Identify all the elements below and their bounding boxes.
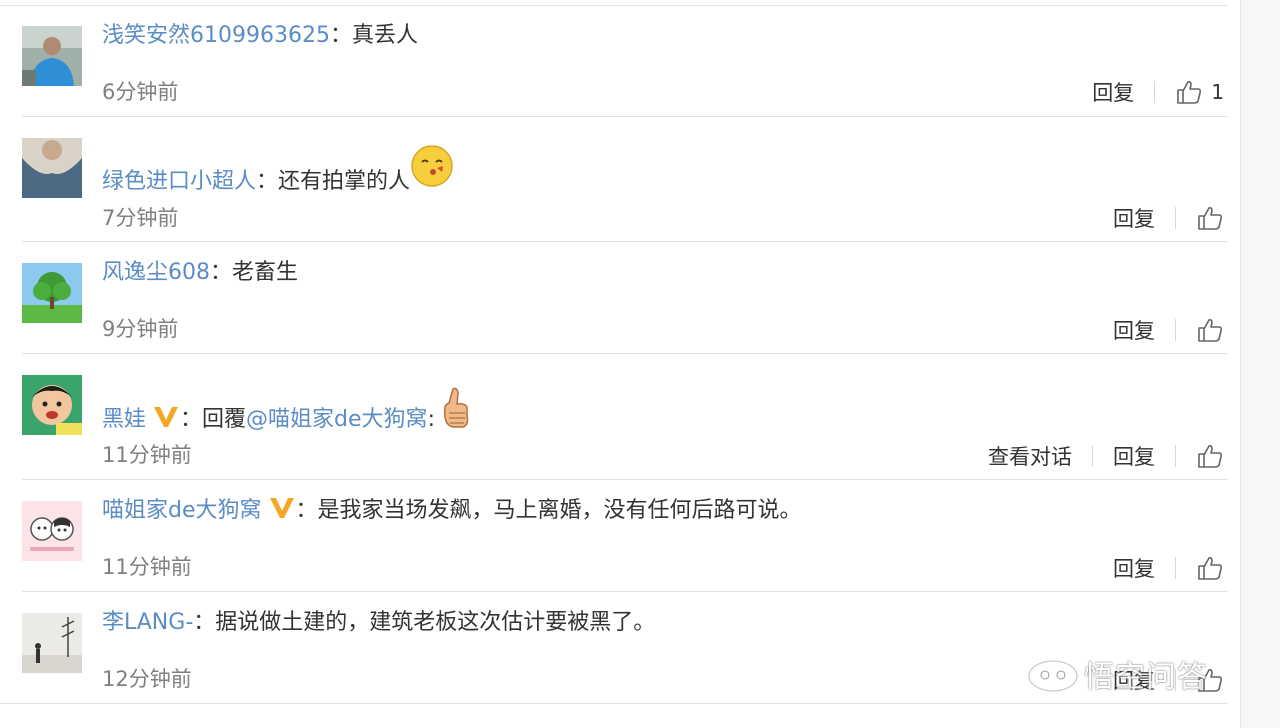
vip-badge-icon bbox=[152, 405, 180, 438]
timestamp: 6分钟前 bbox=[102, 80, 179, 104]
like-button[interactable] bbox=[1196, 316, 1224, 344]
timestamp: 9分钟前 bbox=[102, 317, 179, 341]
divider bbox=[22, 116, 1228, 117]
comment-actions: 查看对话 回复 bbox=[988, 439, 1224, 473]
username-link[interactable]: 黑娃 bbox=[102, 407, 146, 432]
action-divider bbox=[1092, 445, 1093, 467]
comment-actions: 回复 bbox=[1113, 551, 1224, 585]
divider bbox=[22, 241, 1228, 242]
reply-prefix: 回覆 bbox=[202, 407, 247, 432]
action-divider bbox=[1175, 445, 1176, 467]
colon: ： bbox=[210, 260, 233, 285]
like-button[interactable] bbox=[1196, 442, 1224, 470]
comment-text: 据说做土建的，建筑老板这次估计要被黑了。 bbox=[215, 610, 656, 635]
timestamp: 11分钟前 bbox=[102, 555, 192, 579]
avatar[interactable] bbox=[22, 26, 82, 86]
timestamp: 11分钟前 bbox=[102, 443, 192, 467]
comment-text-line: 绿色进口小超人：还有拍掌的人 bbox=[102, 144, 454, 197]
thumbs-up-icon bbox=[1198, 557, 1223, 580]
action-divider bbox=[1154, 81, 1156, 103]
mention-link[interactable]: @喵姐家de大狗窝 bbox=[246, 407, 428, 432]
thumbs-up-icon bbox=[1198, 445, 1223, 468]
reply-button[interactable]: 回复 bbox=[1113, 441, 1155, 471]
like-button[interactable] bbox=[1196, 554, 1224, 582]
comment-text: 老畜生 bbox=[232, 260, 299, 285]
thumbs-up-icon bbox=[1198, 207, 1223, 230]
comment-text-line: 浅笑安然6109963625：真丢人 bbox=[102, 21, 418, 51]
divider bbox=[0, 703, 1228, 704]
reply-button[interactable]: 回复 bbox=[1113, 553, 1155, 583]
comment-item: 喵姐家de大狗窝 ：是我家当场发飙，马上离婚，没有任何后路可说。 11分钟前 回复 bbox=[0, 481, 1228, 592]
thumbs-up-emoji-icon bbox=[439, 385, 471, 438]
comment-list-panel: 浅笑安然6109963625：真丢人 6分钟前 回复 1 绿色进口小超人：还有拍… bbox=[0, 0, 1241, 728]
username-link[interactable]: 风逸尘608 bbox=[102, 260, 210, 285]
username-link[interactable]: 喵姐家de大狗窝 bbox=[102, 498, 262, 523]
username-link[interactable]: 李LANG- bbox=[102, 610, 193, 635]
avatar[interactable] bbox=[22, 501, 82, 561]
divider bbox=[22, 591, 1228, 592]
comment-text: 还有拍掌的人 bbox=[278, 169, 411, 194]
avatar[interactable] bbox=[22, 613, 82, 673]
wukong-logo-icon bbox=[1027, 659, 1079, 693]
timestamp: 12分钟前 bbox=[102, 667, 192, 691]
colon: ： bbox=[180, 407, 203, 432]
comment-item: 风逸尘608：老畜生 9分钟前 回复 bbox=[0, 243, 1228, 354]
action-divider bbox=[1175, 557, 1176, 579]
like-button[interactable] bbox=[1196, 204, 1224, 232]
comment-text: 是我家当场发飙，马上离婚，没有任何后路可说。 bbox=[317, 498, 802, 523]
comment-item: 黑娃 ：回覆@喵姐家de大狗窝: 11分钟前 查看对话 回复 bbox=[0, 355, 1228, 480]
comment-text-line: 李LANG-：据说做土建的，建筑老板这次估计要被黑了。 bbox=[102, 608, 655, 638]
colon: ： bbox=[295, 498, 318, 523]
comment-item: 浅笑安然6109963625：真丢人 6分钟前 回复 1 bbox=[0, 6, 1228, 117]
comment-item: 绿色进口小超人：还有拍掌的人 7分钟前 回复 bbox=[0, 118, 1228, 242]
action-divider bbox=[1175, 319, 1176, 341]
like-button[interactable]: 1 bbox=[1175, 78, 1224, 106]
colon: ： bbox=[256, 169, 279, 194]
watermark: 悟空问答 bbox=[1026, 652, 1208, 696]
vip-badge-icon bbox=[268, 496, 296, 529]
colon: ： bbox=[193, 610, 216, 635]
kiss-emoji-icon bbox=[410, 144, 454, 197]
avatar[interactable] bbox=[22, 263, 82, 323]
username-link[interactable]: 浅笑安然6109963625 bbox=[102, 23, 330, 48]
thumbs-up-icon bbox=[1198, 319, 1223, 342]
view-conversation-button[interactable]: 查看对话 bbox=[988, 441, 1072, 471]
comment-text: 真丢人 bbox=[352, 23, 419, 48]
divider bbox=[22, 353, 1228, 354]
like-count: 1 bbox=[1211, 80, 1224, 104]
action-divider bbox=[1175, 207, 1176, 229]
colon: ： bbox=[329, 23, 352, 48]
comment-actions: 回复 1 bbox=[1092, 75, 1224, 109]
comment-text-line: 风逸尘608：老畜生 bbox=[102, 258, 298, 288]
reply-button[interactable]: 回复 bbox=[1113, 203, 1155, 233]
thumbs-up-icon bbox=[1177, 81, 1202, 104]
avatar[interactable] bbox=[22, 375, 82, 435]
scroll-gutter bbox=[1241, 0, 1280, 728]
reply-button[interactable]: 回复 bbox=[1113, 315, 1155, 345]
reply-button[interactable]: 回复 bbox=[1092, 77, 1134, 107]
comment-actions: 回复 bbox=[1113, 313, 1224, 347]
divider bbox=[22, 479, 1228, 480]
comment-text-line: 喵姐家de大狗窝 ：是我家当场发飙，马上离婚，没有任何后路可说。 bbox=[102, 496, 802, 529]
username-link[interactable]: 绿色进口小超人 bbox=[102, 169, 256, 194]
avatar[interactable] bbox=[22, 138, 82, 198]
comment-text-line: 黑娃 ：回覆@喵姐家de大狗窝: bbox=[102, 385, 471, 438]
mention-colon: : bbox=[427, 407, 435, 432]
comment-actions: 回复 bbox=[1113, 201, 1224, 235]
watermark-text: 悟空问答 bbox=[1084, 660, 1208, 695]
timestamp: 7分钟前 bbox=[102, 206, 179, 230]
